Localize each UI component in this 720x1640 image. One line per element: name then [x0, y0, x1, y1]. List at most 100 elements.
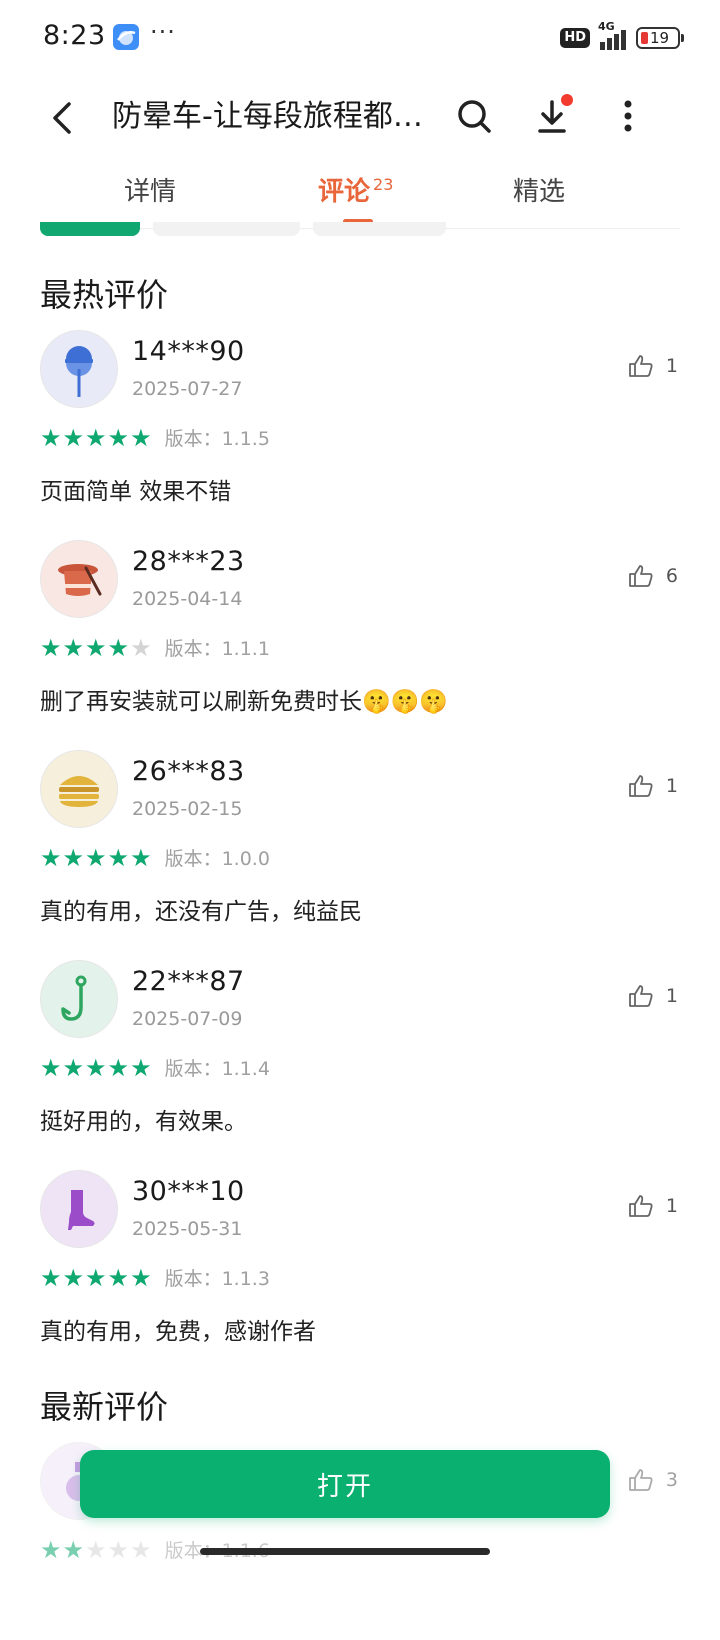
review-date: 2025-07-27 [132, 378, 243, 400]
star-icon: ★ [40, 423, 62, 452]
star-icon: ★ [62, 1263, 85, 1292]
filter-chip[interactable] [153, 222, 300, 236]
notification-dot [561, 94, 573, 106]
avatar [40, 1170, 118, 1248]
star-icon: ★ [85, 1053, 107, 1082]
avatar [40, 960, 118, 1038]
review-text: 真的有用，还没有广告，纯益民 [40, 899, 362, 925]
star-icon: ★ [85, 843, 107, 872]
like-button[interactable]: 3 [628, 1468, 678, 1492]
battery-level: 19 [650, 29, 670, 47]
search-button[interactable] [450, 92, 498, 140]
app-header: 防晕车-让每段旅程都舒适 [0, 80, 720, 160]
like-button[interactable]: 1 [628, 984, 678, 1008]
thumbs-up-icon [629, 1469, 653, 1491]
battery-icon: 19 [636, 27, 684, 49]
download-button[interactable] [528, 92, 576, 140]
review-text: 页面简单 效果不错 [40, 479, 232, 505]
thumbs-up-icon [629, 985, 653, 1007]
star-icon: ★ [130, 1053, 152, 1082]
like-button[interactable]: 1 [628, 354, 678, 378]
star-icon: ★ [130, 423, 152, 452]
back-button[interactable] [40, 96, 84, 140]
tab-reviews-label: 评论 [318, 177, 371, 207]
star-icon: ★ [85, 423, 107, 452]
version-label: 版本：1.1.3 [164, 1268, 270, 1290]
tab-details[interactable]: 详情 [124, 171, 176, 208]
star-icon: ★ [62, 1535, 85, 1564]
star-icon: ★ [107, 1053, 130, 1082]
tab-bar: 详情 评论 23 精选 [0, 165, 720, 227]
open-app-button[interactable]: 打开 [80, 1450, 610, 1518]
magic-hat-icon [58, 564, 102, 596]
status-bar: 8:23 ··· HD 4G 19 [0, 0, 720, 80]
star-icon: ★ [85, 1263, 107, 1292]
like-count: 6 [665, 565, 678, 587]
filter-chips [40, 222, 680, 236]
star-empty-icon: ★ [130, 1535, 152, 1564]
avatar [40, 540, 118, 618]
star-icon: ★ [40, 1053, 62, 1082]
rating-stars: ★ ★ ★ ★ ★ 版本：1.1.1 [40, 634, 270, 661]
star-icon: ★ [130, 1263, 152, 1292]
like-button[interactable]: 1 [628, 1194, 678, 1218]
version-label: 版本：1.0.0 [164, 848, 270, 870]
section-title-hot: 最热评价 [40, 276, 169, 314]
review-item: 22***87 2025-07-09 1 ★ ★ ★ ★ ★ 版本：1.1.4 挺好用的… [40, 960, 680, 1170]
username: 28***23 [132, 546, 245, 577]
rating-stars: ★ ★ ★ ★ ★ 版本：1.1.4 [40, 1054, 270, 1081]
review-text: 删了再安装就可以刷新免费时长🤫🤫🤫 [40, 689, 448, 715]
review-item: 26***83 2025-02-15 1 ★ ★ ★ ★ ★ 版本：1.0.0 真的有用… [40, 750, 680, 960]
star-empty-icon: ★ [107, 1535, 130, 1564]
star-icon: ★ [85, 633, 107, 662]
tab-reviews[interactable]: 评论 23 [318, 171, 393, 208]
star-icon: ★ [40, 843, 62, 872]
fish-hook-icon [61, 975, 87, 1021]
version-label: 版本：1.1.5 [164, 428, 270, 450]
star-icon: ★ [40, 633, 62, 662]
version-label: 版本：1.1.4 [164, 1058, 270, 1080]
star-icon: ★ [62, 633, 85, 662]
review-text: 挺好用的，有效果。 [40, 1109, 247, 1135]
tab-featured[interactable]: 精选 [513, 171, 565, 208]
more-vertical-icon [624, 100, 632, 132]
status-time: 8:23 [43, 20, 106, 51]
star-icon: ★ [40, 1263, 62, 1292]
rating-stars: ★ ★ ★ ★ ★ 版本：1.0.0 [40, 844, 270, 871]
status-indicators: HD 4G 19 [560, 20, 684, 54]
rating-stars: ★ ★ ★ ★ ★ 版本：1.1.5 [40, 424, 270, 451]
like-count: 1 [665, 775, 678, 797]
username: 30***10 [132, 1176, 245, 1207]
search-icon [458, 100, 491, 133]
thumbs-up-icon [629, 355, 653, 377]
review-date: 2025-04-14 [132, 588, 243, 610]
filter-chip-selected[interactable] [40, 222, 140, 236]
more-button[interactable] [604, 92, 652, 140]
star-icon: ★ [107, 423, 130, 452]
home-indicator[interactable] [200, 1548, 490, 1555]
lollipop-icon [65, 346, 93, 397]
thumbs-up-icon [629, 1195, 653, 1217]
like-button[interactable]: 1 [628, 774, 678, 798]
star-icon: ★ [62, 423, 85, 452]
star-icon: ★ [40, 1535, 62, 1564]
section-title-new: 最新评价 [40, 1388, 169, 1426]
star-icon: ★ [62, 1053, 85, 1082]
star-icon: ★ [62, 843, 85, 872]
username: 14***90 [132, 336, 245, 367]
review-count: 23 [373, 175, 394, 195]
review-date: 2025-07-09 [132, 1008, 243, 1030]
review-item: 30***10 2025-05-31 1 ★ ★ ★ ★ ★ 版本：1.1.3 真的有用… [40, 1170, 680, 1380]
like-button[interactable]: 6 [628, 564, 678, 588]
like-count: 1 [665, 355, 678, 377]
like-count: 1 [665, 985, 678, 1007]
review-date: 2025-02-15 [132, 798, 243, 820]
review-item: 14***90 2025-07-27 1 ★ ★ ★ ★ ★ 版本：1.1.5 页面简单… [40, 330, 680, 540]
filter-chip[interactable] [313, 222, 446, 236]
username: 26***83 [132, 756, 245, 787]
signal-icon: 4G [598, 20, 626, 50]
status-more-dots: ··· [150, 18, 176, 46]
rating-stars: ★ ★ ★ ★ ★ 版本：1.1.3 [40, 1264, 270, 1291]
burger-icon [59, 776, 99, 807]
like-count: 1 [665, 1195, 678, 1217]
